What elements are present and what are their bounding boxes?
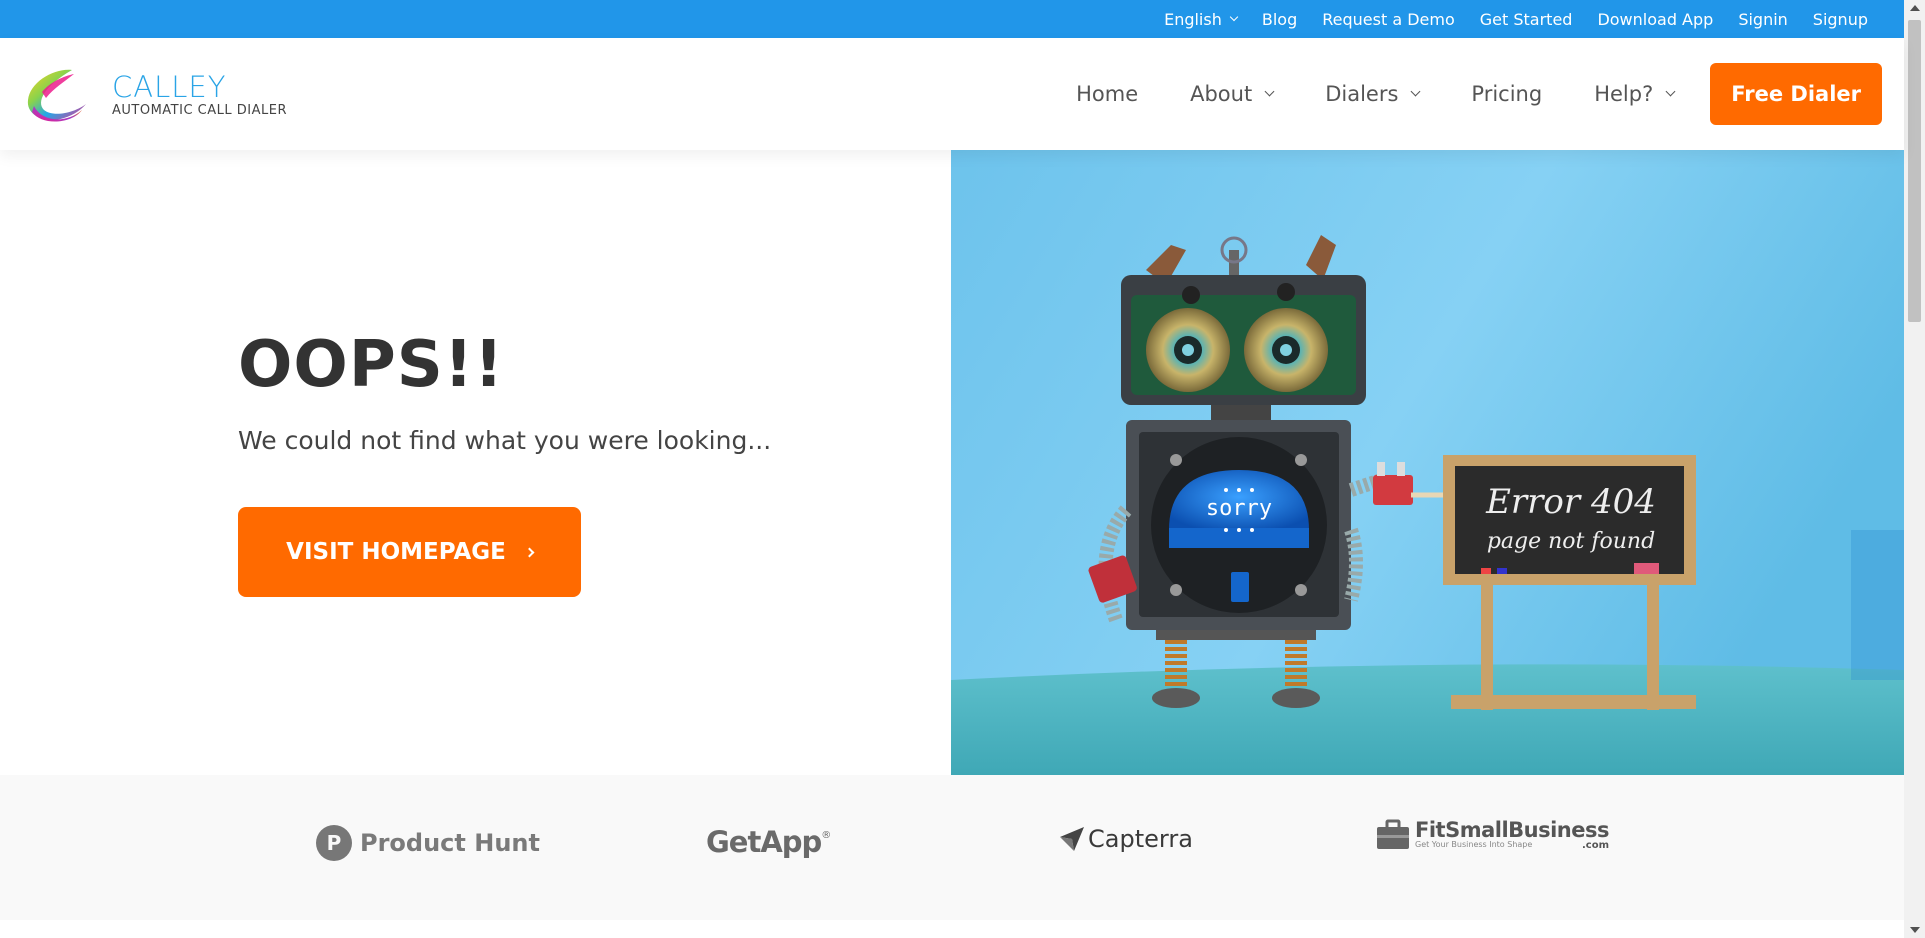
- free-dialer-button[interactable]: Free Dialer: [1710, 63, 1882, 125]
- capterra-arrow-icon: [1060, 827, 1084, 851]
- topbar-link-signin[interactable]: Signin: [1738, 10, 1787, 29]
- nav-item-pricing[interactable]: Pricing: [1471, 82, 1542, 106]
- fitsmallbusiness-text: FitSmallBusiness Get Your Business Into …: [1415, 817, 1610, 851]
- top-utility-bar: English Blog Request a Demo Get Started …: [0, 0, 1904, 38]
- chevron-down-icon: [1665, 86, 1676, 97]
- getapp-label: GetApp: [706, 825, 822, 859]
- nav-item-home[interactable]: Home: [1076, 82, 1138, 106]
- scroll-up-arrow-icon[interactable]: [1910, 5, 1920, 11]
- hero-image-404-robot: sorry Error 404 page not found: [951, 150, 1904, 775]
- getapp-registered-mark: ®: [821, 829, 832, 841]
- getapp-logo[interactable]: GetApp ®: [706, 825, 831, 859]
- hero-text-panel: OOPS!! We could not find what you were l…: [0, 150, 951, 775]
- brand-tagline: AUTOMATIC CALL DIALER: [112, 103, 287, 118]
- nav-label-dialers: Dialers: [1325, 82, 1399, 106]
- capterra-label: Capterra: [1088, 825, 1193, 853]
- fitsmallbusiness-tagline: Get Your Business Into Shape: [1415, 839, 1533, 849]
- nav-label-home: Home: [1076, 82, 1139, 106]
- nav-item-help[interactable]: Help?: [1594, 82, 1676, 106]
- topbar-link-request-demo[interactable]: Request a Demo: [1322, 10, 1455, 29]
- product-hunt-icon: P: [316, 825, 352, 861]
- logo-text: CALLEY AUTOMATIC CALL DIALER: [112, 71, 287, 119]
- topbar-link-signup[interactable]: Signup: [1813, 10, 1868, 29]
- nav-item-about[interactable]: About: [1190, 82, 1275, 106]
- page: English Blog Request a Demo Get Started …: [0, 0, 1925, 938]
- product-hunt-label: Product Hunt: [360, 829, 540, 857]
- nav-label-help: Help?: [1594, 82, 1654, 106]
- error-message: We could not find what you were looking.…: [238, 426, 772, 455]
- chalkboard-subtitle: page not found: [1487, 529, 1655, 554]
- vertical-scrollbar[interactable]: [1904, 0, 1925, 938]
- robot-screen-text: sorry: [1206, 496, 1272, 521]
- capterra-logo[interactable]: Capterra: [1058, 825, 1193, 853]
- calley-logo-icon: [27, 69, 86, 122]
- review-sites-band: P Product Hunt GetApp ® Capterra FitSmal…: [0, 775, 1904, 920]
- scroll-down-arrow-icon[interactable]: [1910, 927, 1920, 933]
- fitsmallbusiness-logo[interactable]: FitSmallBusiness Get Your Business Into …: [1375, 817, 1610, 851]
- chalkboard-title: Error 404: [1485, 482, 1656, 522]
- site-logo[interactable]: CALLEY AUTOMATIC CALL DIALER: [24, 62, 287, 128]
- chevron-down-icon: [1229, 12, 1239, 22]
- visit-homepage-label: VISIT HOMEPAGE: [286, 539, 506, 565]
- chevron-down-icon: [1410, 86, 1421, 97]
- chevron-down-icon: [1264, 86, 1275, 97]
- brand-name: CALLEY: [112, 70, 227, 104]
- topbar-link-blog[interactable]: Blog: [1262, 10, 1297, 29]
- chevron-right-icon: [524, 547, 535, 557]
- page-bottom: [0, 920, 1904, 938]
- nav-label-about: About: [1190, 82, 1253, 106]
- fitsmallbusiness-domain: .com: [1581, 839, 1610, 851]
- nav-label-pricing: Pricing: [1471, 82, 1543, 106]
- site-header: CALLEY AUTOMATIC CALL DIALER Home About …: [0, 38, 1904, 150]
- page-title: OOPS!!: [238, 328, 505, 402]
- visit-homepage-button[interactable]: VISIT HOMEPAGE: [238, 507, 581, 597]
- scrollbar-thumb[interactable]: [1908, 20, 1921, 322]
- topbar-link-get-started[interactable]: Get Started: [1480, 10, 1573, 29]
- main-nav: Home About Dialers Pricing Help? Free Di…: [1024, 63, 1882, 125]
- nav-item-dialers[interactable]: Dialers: [1325, 82, 1421, 106]
- language-selector[interactable]: English: [1164, 9, 1239, 29]
- topbar-link-download-app[interactable]: Download App: [1597, 10, 1713, 29]
- fitsmallbusiness-label: FitSmallBusiness: [1415, 817, 1610, 842]
- product-hunt-logo[interactable]: P Product Hunt: [316, 825, 540, 861]
- language-label: English: [1164, 9, 1222, 29]
- briefcase-icon: [1377, 819, 1409, 849]
